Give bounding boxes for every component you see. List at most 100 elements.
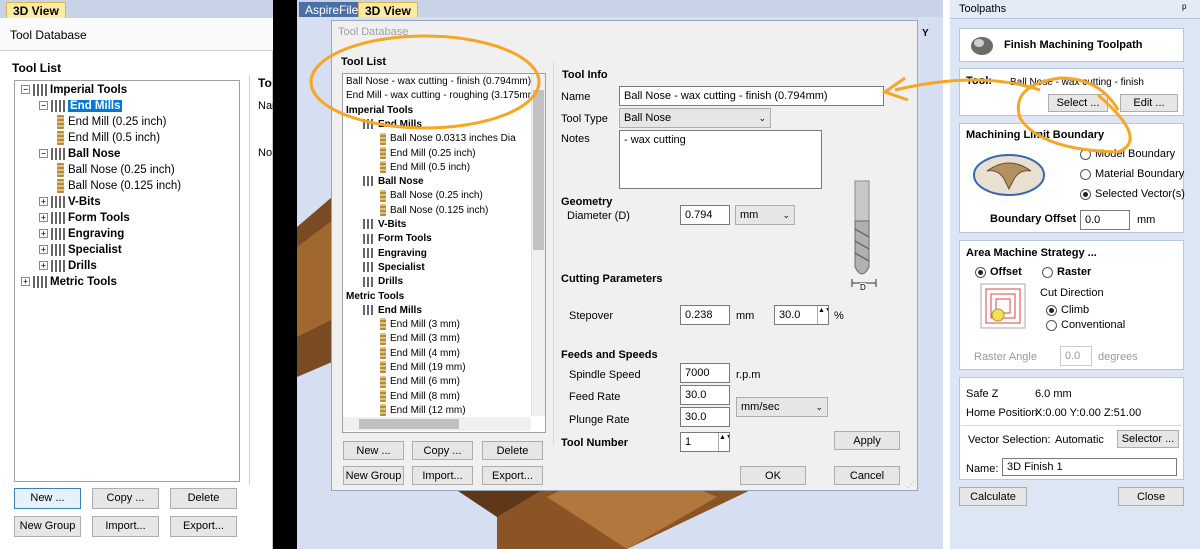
tree-row[interactable]: − Imperial Tools [21, 83, 127, 98]
dialog-list-hscroll[interactable] [343, 417, 531, 431]
tree-row[interactable]: + Engraving [39, 227, 124, 242]
raster-angle-input[interactable]: 0.0 [1060, 346, 1092, 366]
offset-radio-circle[interactable] [975, 267, 986, 278]
collapse-icon[interactable]: − [39, 149, 48, 159]
diameter-input[interactable]: 0.794 [680, 205, 730, 225]
dialog-list-row[interactable]: End Mill (12 mm) [380, 404, 466, 417]
left-import-button[interactable]: Import... [92, 516, 159, 537]
dialog-tool-list[interactable]: Ball Nose - wax cutting - finish (0.794m… [342, 73, 546, 433]
dialog-list-row[interactable]: Imperial Tools [346, 104, 413, 117]
calculate-button[interactable]: Calculate [959, 487, 1027, 506]
dialog-list-row[interactable]: End Mill (8 mm) [380, 389, 460, 403]
tool-type-select[interactable]: Ball Nose ⌄ [619, 108, 771, 128]
close-button[interactable]: Close [1118, 487, 1184, 506]
tool-name-input[interactable]: Ball Nose - wax cutting - finish (0.794m… [619, 86, 884, 106]
dialog-list-row[interactable]: End Mill (0.25 inch) [380, 146, 476, 160]
pin-icon[interactable]: ᵖ [1182, 1, 1187, 15]
dialog-list-row[interactable]: End Mill (4 mm) [380, 347, 460, 360]
dialog-list-row[interactable]: Ball Nose [363, 175, 424, 188]
expand-icon[interactable]: + [39, 261, 48, 271]
boundary-radio-circle[interactable] [1080, 169, 1091, 180]
expand-icon[interactable]: + [39, 229, 48, 239]
dialog-list-row[interactable]: End Mill (3 mm) [380, 318, 460, 331]
stepover-spin-icon[interactable]: ▲▼ [817, 306, 828, 324]
tool-number-input[interactable]: 1 ▲▼ [680, 432, 730, 452]
ok-button[interactable]: OK [740, 466, 806, 485]
dialog-import-button[interactable]: Import... [412, 466, 473, 485]
tool-select-button[interactable]: Select ... [1048, 94, 1108, 112]
plunge-rate-input[interactable]: 30.0 [680, 407, 730, 427]
dialog-list-vscroll[interactable] [531, 74, 545, 416]
stepover-percent-input[interactable]: 30.0 ▲▼ [774, 305, 829, 325]
dialog-list-row[interactable]: Engraving [363, 247, 427, 260]
tab-3d-view[interactable]: 3D View [358, 2, 418, 18]
expand-icon[interactable]: + [39, 245, 48, 255]
tree-row[interactable]: Ball Nose (0.25 inch) [57, 163, 175, 178]
climb-radio-circle[interactable] [1046, 305, 1057, 316]
left-export-button[interactable]: Export... [170, 516, 237, 537]
tool-notes-textarea[interactable]: - wax cutting [619, 130, 822, 189]
dialog-list-row[interactable]: End Mill - wax cutting - roughing (3.175… [346, 89, 539, 102]
boundary-offset-input[interactable]: 0.0 [1080, 210, 1130, 230]
tab-aspire-file[interactable]: AspireFile [299, 2, 365, 18]
dialog-list-row[interactable]: End Mill (0.5 inch) [380, 161, 470, 174]
expand-icon[interactable]: + [21, 277, 30, 287]
tree-row[interactable]: End Mill (0.5 inch) [57, 131, 160, 146]
dialog-list-row[interactable]: End Mill (6 mm) [380, 375, 460, 388]
left-copy-button[interactable]: Copy ... [92, 488, 159, 509]
dialog-list-row[interactable]: Ball Nose (0.25 inch) [380, 189, 483, 202]
expand-icon[interactable]: + [39, 213, 48, 223]
collapse-icon[interactable]: − [39, 101, 48, 111]
tree-row[interactable]: + V-Bits [39, 195, 101, 210]
left-new-group-button[interactable]: New Group [14, 516, 81, 537]
dialog-list-vscroll-thumb[interactable] [533, 90, 544, 250]
resize-grip-icon[interactable]: ⋰ [907, 480, 915, 489]
dialog-list-row[interactable]: End Mill (19 mm) [380, 361, 466, 374]
selector-button[interactable]: Selector ... [1117, 430, 1179, 448]
tree-row[interactable]: + Metric Tools [21, 275, 117, 290]
diameter-unit-select[interactable]: mm ⌄ [735, 205, 795, 225]
left-delete-button[interactable]: Delete [170, 488, 237, 509]
dialog-list-row[interactable]: Ball Nose - wax cutting - finish (0.794m… [346, 75, 531, 88]
dialog-new-group-button[interactable]: New Group [343, 466, 404, 485]
tree-row[interactable]: End Mill (0.25 inch) [57, 115, 166, 130]
dialog-list-row[interactable]: End Mills [363, 118, 422, 131]
boundary-radio-circle[interactable] [1080, 149, 1091, 160]
cancel-button[interactable]: Cancel [834, 466, 900, 485]
spindle-speed-input[interactable]: 7000 [680, 363, 730, 383]
boundary-radio-circle[interactable] [1080, 189, 1091, 200]
rate-unit-select[interactable]: mm/sec ⌄ [736, 397, 828, 417]
conventional-radio-circle[interactable] [1046, 320, 1057, 331]
left-new-button[interactable]: New ... [14, 488, 81, 509]
stepover-input[interactable]: 0.238 [680, 305, 730, 325]
dialog-list-row[interactable]: Ball Nose (0.125 inch) [380, 204, 488, 217]
tool-number-spin-icon[interactable]: ▲▼ [718, 433, 729, 451]
expand-icon[interactable]: + [39, 197, 48, 207]
tree-row[interactable]: − End Mills [39, 99, 123, 114]
dialog-list-row[interactable]: Ball Nose 0.0313 inches Dia [380, 132, 516, 145]
tree-row[interactable]: Ball Nose (0.125 inch) [57, 179, 181, 194]
dialog-list-row[interactable]: Form Tools [363, 232, 432, 245]
apply-button[interactable]: Apply [834, 431, 900, 450]
collapse-icon[interactable]: − [21, 85, 30, 95]
tree-row[interactable]: + Drills [39, 259, 97, 274]
dialog-list-row[interactable]: End Mill (3 mm) [380, 332, 460, 345]
dialog-list-row[interactable]: Metric Tools [346, 290, 404, 303]
dialog-list-hscroll-thumb[interactable] [359, 419, 459, 429]
toolpath-name-input[interactable]: 3D Finish 1 [1002, 458, 1177, 476]
tool-edit-button[interactable]: Edit ... [1120, 94, 1178, 112]
dialog-copy-button[interactable]: Copy ... [412, 441, 473, 460]
dialog-list-row[interactable]: Drills [363, 275, 403, 288]
dialog-list-row[interactable]: V-Bits [363, 218, 406, 231]
left-tab-3d-view[interactable]: 3D View [6, 2, 66, 18]
tree-row[interactable]: + Specialist [39, 243, 122, 258]
raster-radio-circle[interactable] [1042, 267, 1053, 278]
left-tool-tree[interactable]: − Imperial Tools − End Mills End Mill (0.25 … [14, 80, 240, 482]
feed-rate-input[interactable]: 30.0 [680, 385, 730, 405]
dialog-export-button[interactable]: Export... [482, 466, 543, 485]
dialog-list-row[interactable]: Specialist [363, 261, 425, 274]
tree-row[interactable]: − Ball Nose [39, 147, 120, 162]
dialog-list-row[interactable]: End Mills [363, 304, 422, 317]
dialog-delete-button[interactable]: Delete [482, 441, 543, 460]
dialog-new-button[interactable]: New ... [343, 441, 404, 460]
